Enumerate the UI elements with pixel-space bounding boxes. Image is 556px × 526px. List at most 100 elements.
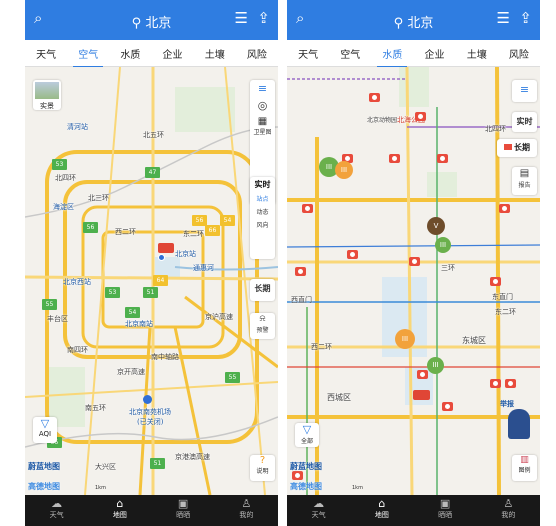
nav-me[interactable]: ♙ 我的 [239,495,253,526]
wind-toggle[interactable]: 风向 [250,218,275,231]
tab-air[interactable]: 空气 [338,46,362,61]
tab-soil[interactable]: 土壤 [203,46,227,61]
tiananmen-icon [413,390,430,400]
nav-share[interactable]: ▣ 晒晒 [438,495,452,526]
realtime-button[interactable]: 实时 [512,112,537,132]
scale-bar: 1km [95,485,106,491]
water-camera-marker[interactable] [295,267,306,276]
water-camera-marker[interactable] [442,402,453,411]
road-label: 京沪高速 [205,313,233,321]
share-icon[interactable]: ⇪ [519,9,532,27]
water-camera-marker[interactable] [389,154,400,163]
aqi-marker[interactable]: 56 [192,215,207,226]
aqi-filter-button[interactable]: ▽ AQI [33,417,57,443]
map-icon: ⌂ [116,497,124,510]
forecast-button[interactable]: ⍾ 预警 [250,313,275,339]
report-button[interactable]: ▤ 报告 [512,167,537,195]
aqi-marker[interactable]: 55 [225,372,240,383]
map-view[interactable]: 北京动物园 北海公园 北四环 西直门 东直门 东城区 西城区 三环 东二环 西二… [287,67,540,495]
map-view[interactable]: 实景 清河站 北五环 北四环 北三环 海淀区 西二环 东二环 通惠河 北京西站 … [25,67,278,495]
app-logo: 蔚蓝地图 [290,462,322,471]
aqi-marker[interactable]: 53 [52,159,67,170]
bottom-nav: ☁ 天气 ⌂ 地图 ▣ 晒晒 ♙ 我的 [25,495,278,526]
place-label: 西城区 [327,393,351,402]
dynamic-toggle[interactable]: 动态 [250,205,275,218]
water-camera-marker[interactable] [437,154,448,163]
water-grade-marker[interactable]: III [427,357,444,374]
filter-button[interactable]: ▽ 全部 [295,423,319,447]
road-label: 东二环 [183,230,204,238]
locate-icon[interactable]: ◎ [250,97,275,114]
aqi-marker[interactable]: 54 [220,215,235,226]
water-camera-marker[interactable] [499,204,510,213]
list-icon[interactable]: ☰ [497,9,510,27]
nav-map[interactable]: ⌂ 地图 [375,495,389,526]
filter-icon: ▽ [40,417,50,430]
water-camera-marker[interactable] [417,370,428,379]
legend-button[interactable]: ▥ 图例 [512,455,537,481]
aqi-marker[interactable]: 55 [42,299,57,310]
user-icon: ♙ [503,497,514,510]
tab-weather[interactable]: 天气 [296,46,320,61]
share-icon[interactable]: ⇪ [257,9,270,27]
nav-me[interactable]: ♙ 我的 [501,495,515,526]
water-camera-marker[interactable] [490,379,501,388]
report-officer-button[interactable]: 举报 [498,397,536,442]
tab-soil[interactable]: 土壤 [465,46,489,61]
longterm-button[interactable]: 长期 [250,279,275,301]
list-icon[interactable]: ☰ [235,9,248,27]
tab-water[interactable]: 水质 [118,46,142,61]
road-label: 西二环 [311,343,332,351]
nav-weather[interactable]: ☁ 天气 [312,495,326,526]
nav-map[interactable]: ⌂ 地图 [113,495,127,526]
bottom-nav: ☁ 天气 ⌂ 地图 ▣ 晒晒 ♙ 我的 [287,495,540,526]
realtime-label[interactable]: 实时 [250,177,275,192]
aqi-marker[interactable]: 54 [125,307,140,318]
aqi-marker[interactable]: 53 [105,287,120,298]
aqi-marker[interactable]: 47 [145,167,160,178]
layers-icon[interactable]: ≡ [250,80,275,97]
water-camera-marker[interactable] [490,277,501,286]
nav-weather[interactable]: ☁ 天气 [50,495,64,526]
nav-share[interactable]: ▣ 晒晒 [176,495,190,526]
my-location-dot [158,254,165,261]
water-grade-marker[interactable]: III [335,161,353,179]
water-grade-marker[interactable]: III [395,329,415,349]
aqi-marker[interactable]: 51 [143,287,158,298]
water-camera-marker[interactable] [302,204,313,213]
tab-air[interactable]: 空气 [73,46,104,68]
water-grade-marker[interactable]: V [427,217,445,235]
place-label: 海淀区 [53,203,74,211]
satellite-button[interactable]: ▦ 卫星图 [250,114,275,138]
place-label: 丰台区 [47,315,68,323]
station-toggle[interactable]: 站点 [250,192,275,205]
aqi-marker[interactable]: 56 [83,222,98,233]
water-camera-marker[interactable] [369,93,380,102]
satellite-icon: ▦ [257,116,268,127]
tab-enterprise[interactable]: 企业 [161,46,185,61]
top-bar: ⌕ ⚲ 北京 ☰ ⇪ [25,0,278,40]
water-camera-marker[interactable] [505,379,516,388]
water-grade-marker[interactable]: III [435,237,451,253]
tab-weather[interactable]: 天气 [34,46,58,61]
layers-icon[interactable]: ≡ [512,80,537,102]
road-label: 京港澳高速 [175,453,210,461]
water-camera-marker[interactable] [415,112,426,121]
explain-button[interactable]: ? 说明 [250,455,275,481]
tab-risk[interactable]: 风险 [507,46,531,61]
tab-water[interactable]: 水质 [377,46,408,68]
longterm-button[interactable]: 长期 [497,139,537,157]
road-label: 东二环 [495,308,516,316]
scene-view-button[interactable]: 实景 [33,80,61,110]
panel-air-map: ⌕ ⚲ 北京 ☰ ⇪ 天气 空气 水质 企业 土壤 风险 实景 清河站 北五环 … [25,0,278,526]
map-provider-logo: 高德地图 [290,482,322,491]
water-camera-marker[interactable] [292,471,303,480]
filter-icon: ▽ [302,423,312,436]
tab-enterprise[interactable]: 企业 [423,46,447,61]
water-camera-marker[interactable] [347,250,358,259]
aqi-marker[interactable]: 51 [150,458,165,469]
tab-risk[interactable]: 风险 [245,46,269,61]
aqi-marker[interactable]: 64 [153,275,168,286]
water-camera-marker[interactable] [409,257,420,266]
aqi-marker[interactable]: 66 [205,225,220,236]
